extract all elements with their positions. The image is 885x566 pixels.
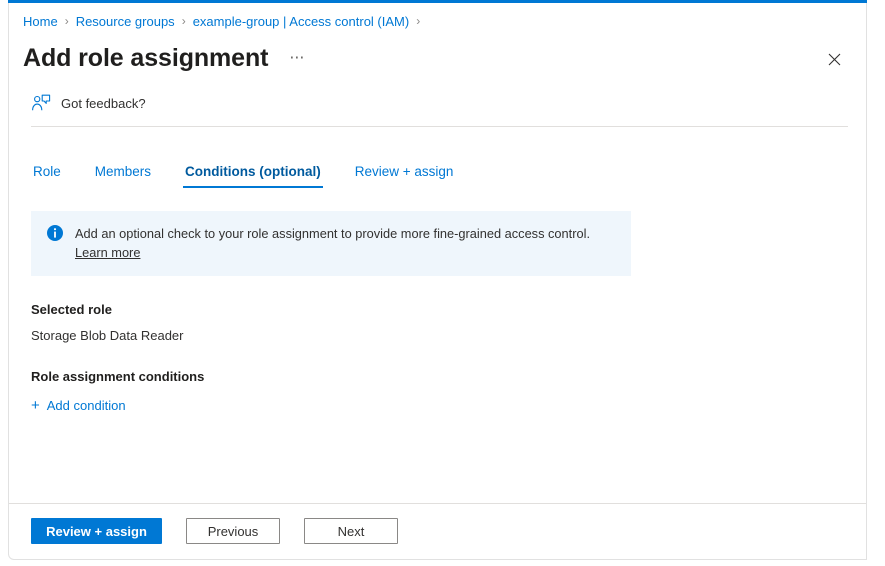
blade-title-row: Add role assignment ⋯ [9,38,866,80]
previous-button[interactable]: Previous [186,518,280,544]
page-title: Add role assignment [23,44,269,73]
learn-more-link[interactable]: Learn more [75,245,140,260]
breadcrumb-separator-icon: › [181,14,186,28]
got-feedback-label: Got feedback? [61,95,146,111]
wizard-tabs: Role Members Conditions (optional) Revie… [9,144,866,188]
tab-review-assign-label: Review + assign [354,164,454,179]
got-feedback-button[interactable]: Got feedback? [31,94,146,112]
more-options-icon[interactable]: ⋯ [284,48,310,67]
info-circle-icon [47,225,63,241]
breadcrumb-item-resource-groups[interactable]: Resource groups [76,14,175,29]
selected-role-value: Storage Blob Data Reader [31,328,184,343]
breadcrumb: Home › Resource groups › example-group |… [9,6,866,36]
info-banner-text: Add an optional check to your role assig… [75,224,617,262]
blade-footer: Review + assign Previous Next [9,503,866,559]
header-divider [31,126,848,127]
add-condition-button[interactable]: + Add condition [31,398,126,413]
conditions-panel-content: Add an optional check to your role assig… [9,188,866,503]
info-banner-message: Add an optional check to your role assig… [75,226,590,241]
close-button[interactable] [820,45,848,73]
tab-role[interactable]: Role [31,164,63,188]
tab-review-assign[interactable]: Review + assign [353,164,456,188]
tab-members[interactable]: Members [93,164,153,188]
tab-members-label: Members [94,164,152,179]
breadcrumb-item-example-group-iam[interactable]: example-group | Access control (IAM) [193,14,410,29]
plus-icon: + [31,397,40,414]
close-icon [828,53,840,65]
info-banner: Add an optional check to your role assig… [31,211,631,276]
add-role-assignment-blade: Home › Resource groups › example-group |… [8,0,867,560]
tab-conditions[interactable]: Conditions (optional) [183,164,323,188]
breadcrumb-separator-icon: › [64,14,69,28]
blade-accent-bar [8,0,867,3]
role-assignment-conditions-heading: Role assignment conditions [31,369,205,384]
feedback-row: Got feedback? [9,80,866,120]
breadcrumb-separator-icon: › [416,14,421,28]
tab-role-label: Role [33,164,61,179]
add-condition-label: Add condition [46,398,126,413]
selected-role-heading: Selected role [31,302,112,317]
tab-conditions-label: Conditions (optional) [185,164,321,179]
person-feedback-icon [32,94,51,111]
breadcrumb-item-home[interactable]: Home [23,14,58,29]
next-button[interactable]: Next [304,518,398,544]
review-assign-button[interactable]: Review + assign [31,518,162,544]
